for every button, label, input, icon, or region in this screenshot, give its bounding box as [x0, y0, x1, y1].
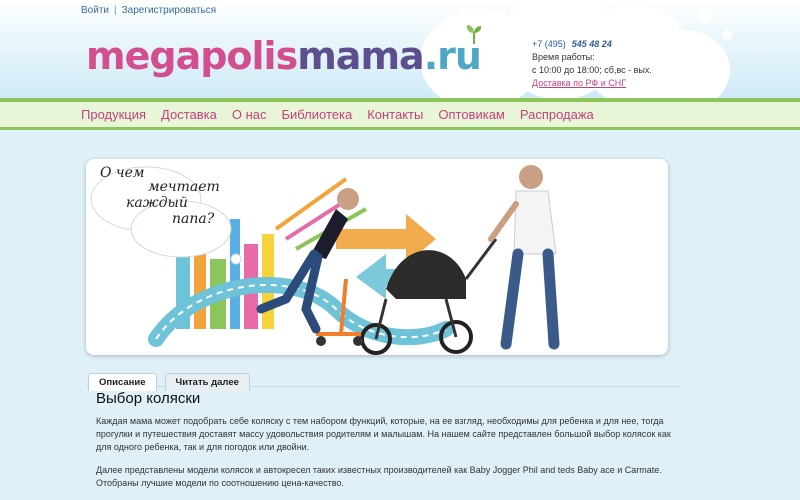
nav-item-contacts[interactable]: Контакты — [367, 107, 423, 122]
bubble-line-2: мечтает — [148, 179, 220, 195]
nav-item-library[interactable]: Библиотека — [282, 107, 353, 122]
phone-number: +7 (495) 545 48 24 — [532, 38, 652, 51]
main-nav: Продукция Доставка О нас Библиотека Конт… — [0, 98, 800, 130]
contact-block: +7 (495) 545 48 24 Время работы: с 10:00 … — [532, 38, 652, 90]
register-link[interactable]: Зарегистрироваться — [122, 5, 217, 16]
site-logo[interactable]: megapolismama.ru — [86, 25, 482, 78]
nav-item-about[interactable]: О нас — [232, 107, 267, 122]
bubble-decoration — [698, 10, 712, 24]
main-content: Выбор коляски Каждая мама может подобрат… — [96, 390, 676, 500]
logo-part-mama: mama — [297, 34, 424, 78]
top-links: Войти | Зарегистрироваться — [81, 5, 216, 16]
nav-item-wholesale[interactable]: Оптовикам — [438, 107, 505, 122]
nav-item-sale[interactable]: Распродажа — [520, 107, 594, 122]
header: Войти | Зарегистрироваться megapolismama.r… — [0, 0, 800, 100]
tab-read-more[interactable]: Читать далее — [164, 373, 250, 391]
phone-digits: 545 48 24 — [571, 39, 612, 49]
login-link[interactable]: Войти — [81, 5, 109, 16]
nav-item-delivery[interactable]: Доставка — [161, 107, 217, 122]
nav-list: Продукция Доставка О нас Библиотека Конт… — [81, 107, 594, 122]
bubble-decoration — [460, 8, 472, 20]
hours-label: Время работы: — [532, 52, 595, 62]
link-separator: | — [113, 5, 117, 16]
promo-banner[interactable]: О чем мечтает каждый папа? — [86, 159, 668, 355]
bubble-line-3: каждый — [126, 195, 188, 211]
bubble-line-4: папа? — [172, 211, 215, 227]
delivery-link[interactable]: Доставка по РФ и СНГ — [532, 77, 652, 90]
logo-part-megapolis: megapolis — [86, 34, 298, 78]
sprout-icon — [466, 25, 482, 44]
content-tabs: Описание Читать далее — [88, 373, 250, 391]
bubble-decoration — [722, 30, 732, 40]
phone-code: +7 (495) — [532, 39, 566, 49]
cloud-decoration — [640, 30, 730, 100]
content-paragraph: Каждая мама может подобрать себе коляску… — [96, 416, 671, 452]
page-title: Выбор коляски — [96, 390, 201, 407]
working-hours: с 10:00 до 18:00; сб,вс - вых. — [532, 65, 652, 75]
content-paragraph: Далее представлены модели колясок и авто… — [96, 465, 662, 488]
nav-item-products[interactable]: Продукция — [81, 107, 146, 122]
bubble-line-1: О чем — [100, 165, 145, 181]
tab-description[interactable]: Описание — [88, 373, 157, 391]
